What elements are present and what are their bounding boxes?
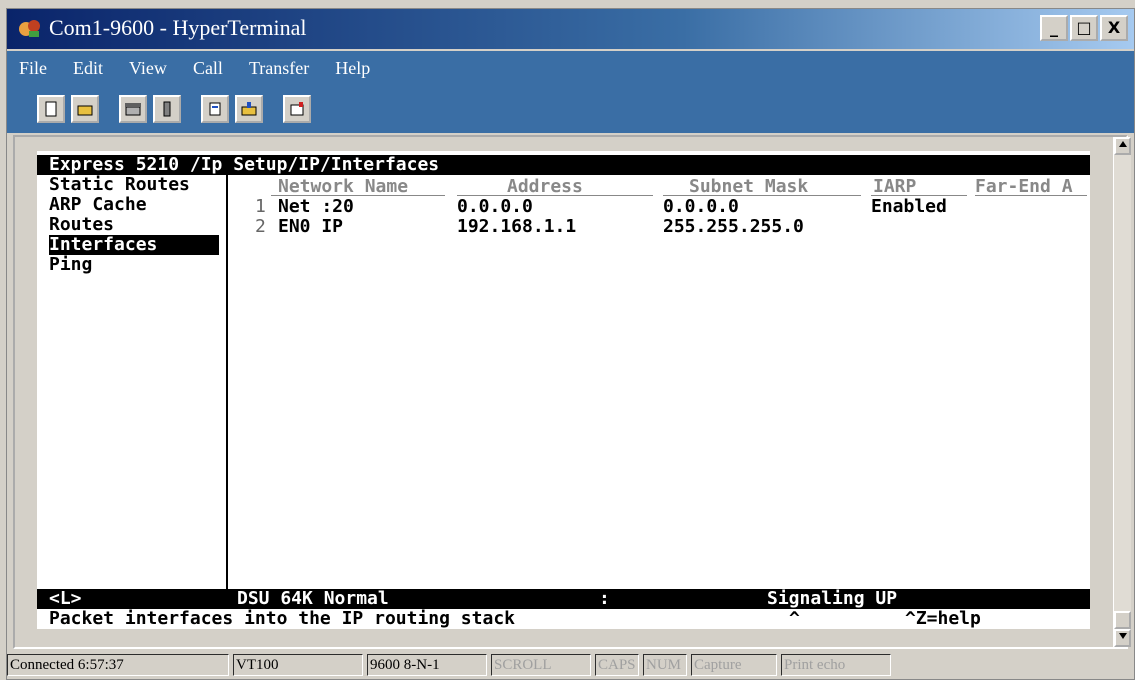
status-settings: 9600 8-N-1 bbox=[367, 654, 487, 676]
disconnect-button[interactable] bbox=[153, 95, 181, 123]
cell-network-name[interactable]: Net :20 bbox=[278, 197, 354, 217]
terminal-screen[interactable]: Express 5210 /Ip Setup/IP/Interfaces Sta… bbox=[37, 151, 1090, 629]
terminal-header: Express 5210 /Ip Setup/IP/Interfaces bbox=[37, 155, 1090, 175]
cell-subnet-mask[interactable]: 255.255.255.0 bbox=[663, 217, 804, 237]
nav-item-routes[interactable]: Routes bbox=[49, 215, 219, 235]
menu-call[interactable]: Call bbox=[193, 58, 223, 79]
scroll-down-button[interactable] bbox=[1114, 629, 1131, 647]
menu-edit[interactable]: Edit bbox=[73, 58, 103, 79]
properties-icon bbox=[290, 102, 304, 116]
terminal-status-line: <L> DSU 64K Normal : Signaling UP bbox=[37, 589, 1090, 609]
status-capture: Capture bbox=[691, 654, 777, 676]
terminal-nav-panel: Static Routes ARP Cache Routes Interface… bbox=[37, 175, 228, 589]
minimize-button[interactable]: _ bbox=[1040, 15, 1068, 41]
nav-item-static-routes[interactable]: Static Routes bbox=[49, 175, 219, 195]
menu-transfer[interactable]: Transfer bbox=[249, 58, 309, 79]
send-file-button[interactable] bbox=[201, 95, 229, 123]
window-title: Com1-9600 - HyperTerminal bbox=[49, 15, 307, 40]
cell-iarp[interactable]: Enabled bbox=[871, 197, 947, 217]
open-button[interactable] bbox=[71, 95, 99, 123]
menu-help[interactable]: Help bbox=[335, 58, 370, 79]
toolbar bbox=[7, 85, 1134, 133]
col-header-iarp: IARP bbox=[873, 176, 917, 197]
send-file-icon bbox=[209, 102, 221, 116]
cell-subnet-mask[interactable]: 0.0.0.0 bbox=[663, 197, 739, 217]
help-caret: ^ bbox=[789, 608, 800, 629]
status-mode: DSU 64K Normal bbox=[237, 588, 389, 609]
header-underline bbox=[975, 195, 1087, 196]
status-left: <L> bbox=[49, 588, 82, 609]
status-connected: Connected 6:57:37 bbox=[7, 654, 229, 676]
terminal-path: Express 5210 /Ip Setup/IP/Interfaces bbox=[49, 154, 440, 175]
status-print-echo: Print echo bbox=[781, 654, 891, 676]
scroll-up-button[interactable] bbox=[1114, 137, 1131, 155]
scroll-thumb[interactable] bbox=[1114, 611, 1131, 629]
call-button[interactable] bbox=[119, 95, 147, 123]
help-hint: ^Z=help bbox=[905, 608, 981, 629]
call-icon bbox=[125, 103, 141, 116]
nav-item-arp-cache[interactable]: ARP Cache bbox=[49, 195, 219, 215]
status-bar: Connected 6:57:37 VT100 9600 8-N-1 SCROL… bbox=[7, 651, 1134, 679]
nav-item-ping[interactable]: Ping bbox=[49, 255, 219, 275]
receive-file-button[interactable] bbox=[235, 95, 263, 123]
new-connection-button[interactable] bbox=[37, 95, 65, 123]
menu-file[interactable]: File bbox=[19, 58, 47, 79]
hyperterminal-app-icon bbox=[19, 20, 40, 37]
row-number: 1 bbox=[255, 196, 266, 217]
arrow-down-icon bbox=[1118, 633, 1127, 639]
status-separator: : bbox=[599, 588, 610, 609]
vertical-scrollbar[interactable] bbox=[1113, 137, 1131, 647]
status-signaling: Signaling UP bbox=[767, 588, 898, 609]
help-text: Packet interfaces into the IP routing st… bbox=[49, 608, 515, 629]
terminal-help-line: Packet interfaces into the IP routing st… bbox=[37, 609, 1090, 629]
nav-item-interfaces[interactable]: Interfaces bbox=[49, 235, 219, 255]
hyperterminal-window: Com1-9600 - HyperTerminal _ □ X File Edi… bbox=[6, 8, 1135, 680]
new-connection-icon bbox=[45, 101, 57, 117]
title-bar[interactable]: Com1-9600 - HyperTerminal _ □ X bbox=[7, 9, 1134, 49]
properties-button[interactable] bbox=[283, 95, 311, 123]
col-header-subnet-mask: Subnet Mask bbox=[689, 176, 809, 197]
col-header-network-name: Network Name bbox=[278, 176, 409, 197]
disconnect-icon bbox=[163, 101, 171, 117]
open-icon bbox=[77, 105, 93, 116]
receive-file-icon bbox=[241, 102, 257, 116]
maximize-button[interactable]: □ bbox=[1070, 15, 1098, 41]
col-header-address: Address bbox=[507, 176, 583, 197]
cell-address[interactable]: 192.168.1.1 bbox=[457, 217, 576, 237]
arrow-up-icon bbox=[1118, 141, 1127, 147]
row-number: 2 bbox=[255, 216, 266, 237]
status-num: NUM bbox=[643, 654, 687, 676]
terminal-area[interactable]: Express 5210 /Ip Setup/IP/Interfaces Sta… bbox=[13, 135, 1131, 649]
menu-view[interactable]: View bbox=[129, 58, 167, 79]
cell-address[interactable]: 0.0.0.0 bbox=[457, 197, 533, 217]
cell-network-name[interactable]: EN0 IP bbox=[278, 217, 343, 237]
col-header-far-end: Far-End A bbox=[975, 176, 1073, 197]
status-caps: CAPS bbox=[595, 654, 639, 676]
status-emulation: VT100 bbox=[233, 654, 363, 676]
status-scroll: SCROLL bbox=[491, 654, 591, 676]
menu-bar: File Edit View Call Transfer Help bbox=[7, 51, 1134, 85]
close-button[interactable]: X bbox=[1100, 15, 1128, 41]
